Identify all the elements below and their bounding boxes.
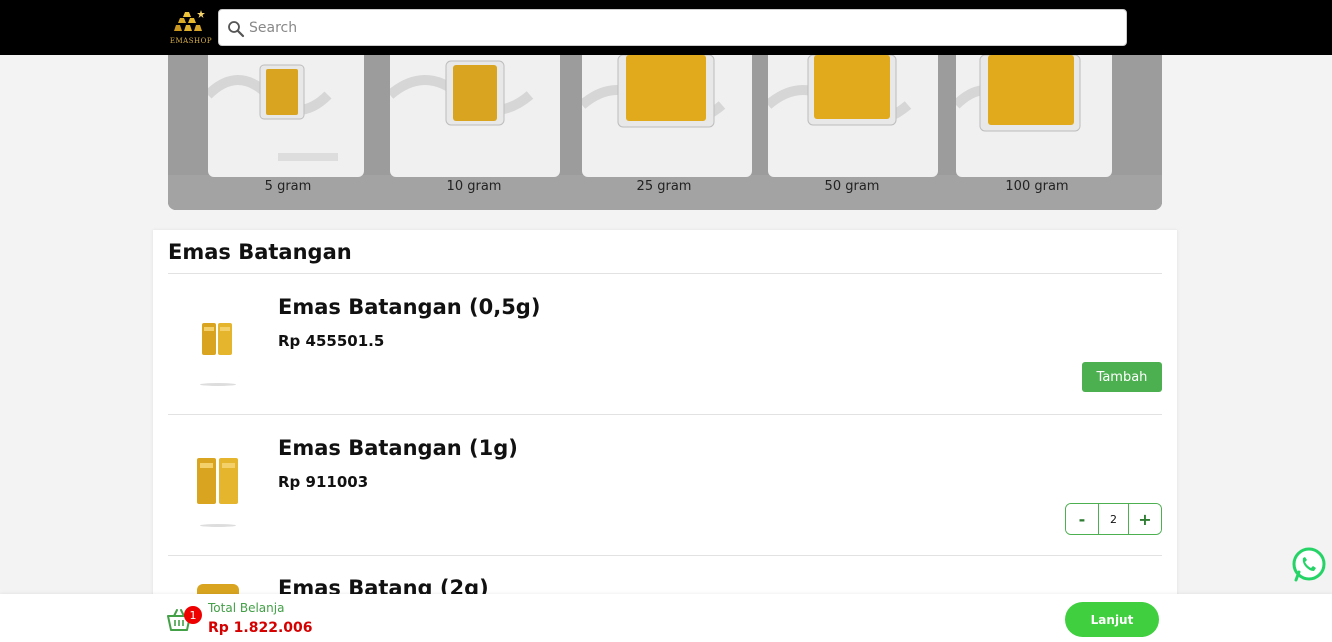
image-shadow xyxy=(200,524,236,527)
decrease-quantity-button[interactable]: - xyxy=(1066,504,1098,534)
banner-label-10g: 10 gram xyxy=(446,179,502,194)
search-input[interactable] xyxy=(249,10,1109,45)
product-price: Rp 911003 xyxy=(278,473,369,491)
gold-bar-icon xyxy=(386,60,534,126)
divider xyxy=(168,414,1162,415)
top-bar: EMASHOP xyxy=(0,0,1332,55)
banner-card-50g xyxy=(764,55,938,177)
divider xyxy=(168,273,1162,274)
banner-card-25g xyxy=(578,55,752,177)
banner-card-10g xyxy=(386,55,560,177)
search-icon xyxy=(228,21,245,38)
emashop-logo[interactable]: EMASHOP xyxy=(168,7,214,49)
gold-bar-icon xyxy=(578,55,726,128)
search-bar xyxy=(218,9,1127,46)
increase-quantity-button[interactable]: + xyxy=(1129,504,1161,534)
gold-bars-icon xyxy=(174,10,205,31)
promo-banner[interactable]: 5 gram 10 gram 25 gram 50 gram 100 gram xyxy=(168,55,1162,210)
banner-label-25g: 25 gram xyxy=(636,179,692,194)
whatsapp-icon[interactable] xyxy=(1290,545,1328,583)
banner-card-100g xyxy=(952,55,1112,177)
total-value: Rp 1.822.006 xyxy=(208,620,313,636)
image-shadow xyxy=(200,383,236,386)
section-title: Emas Batangan xyxy=(168,240,352,264)
product-name[interactable]: Emas Batangan (1g) xyxy=(278,436,518,460)
banner-label-50g: 50 gram xyxy=(824,179,880,194)
product-price: Rp 455501.5 xyxy=(278,332,385,350)
checkout-bar: 1 Total Belanja Rp 1.822.006 Lanjut xyxy=(0,594,1332,642)
gold-bar-icon xyxy=(204,64,338,161)
gold-bar-icon xyxy=(764,55,912,126)
continue-button[interactable]: Lanjut xyxy=(1065,602,1159,637)
gold-bar-image[interactable] xyxy=(183,307,253,377)
gold-bar-icon xyxy=(952,55,1081,132)
banner-label-100g: 100 gram xyxy=(1005,179,1069,194)
product-name[interactable]: Emas Batangan (0,5g) xyxy=(278,295,540,319)
gold-bar-image[interactable] xyxy=(183,448,253,518)
logo-text: EMASHOP xyxy=(169,37,213,45)
quantity-stepper: - 2 + xyxy=(1065,503,1162,535)
add-to-cart-button[interactable]: Tambah xyxy=(1082,362,1162,392)
quantity-value[interactable]: 2 xyxy=(1098,504,1129,534)
banner-label-5g: 5 gram xyxy=(264,179,312,194)
cart-count-badge: 1 xyxy=(184,606,202,624)
total-label: Total Belanja xyxy=(208,601,285,615)
product-panel: Emas Batangan Emas Batangan (0,5g) Rp 45… xyxy=(153,230,1177,642)
divider xyxy=(168,555,1162,556)
banner-card-5g xyxy=(204,55,364,177)
